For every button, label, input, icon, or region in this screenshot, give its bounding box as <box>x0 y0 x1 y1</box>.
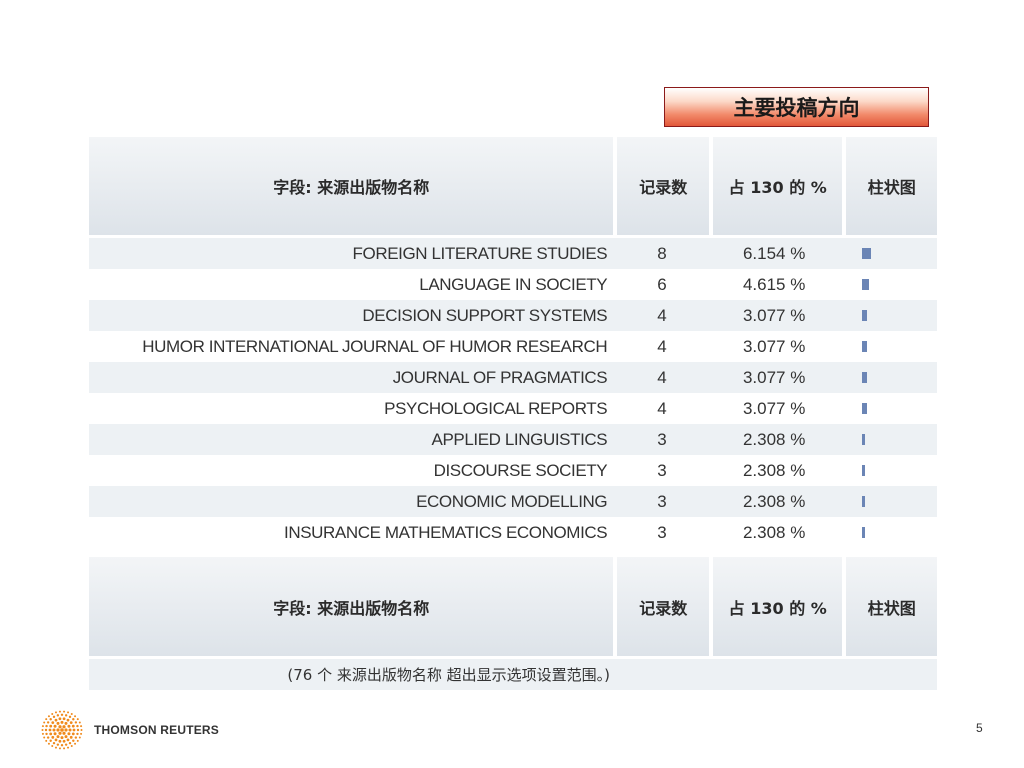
table-row: APPLIED LINGUISTICS 3 2.308 % <box>89 424 937 455</box>
reuters-dot-icon <box>41 710 83 750</box>
table-row: FOREIGN LITERATURE STUDIES 8 6.154 % <box>89 238 937 269</box>
thomson-reuters-logo: THOMSON REUTERS <box>40 709 219 751</box>
footer-header-percent: 占 130 的 % <box>713 557 843 656</box>
table-row: PSYCHOLOGICAL REPORTS 4 3.077 % <box>89 393 937 424</box>
cell-record-count: 8 <box>657 243 667 263</box>
cell-percent: 2.308 % <box>742 429 806 449</box>
cell-record-count: 3 <box>657 522 667 542</box>
cell-percent: 3.077 % <box>742 398 806 418</box>
footer-header-field: 字段: 来源出版物名称 <box>89 557 614 656</box>
cell-bar <box>846 279 937 290</box>
cell-source-name: APPLIED LINGUISTICS <box>431 429 608 449</box>
table-body: FOREIGN LITERATURE STUDIES 8 6.154 % LANGUA… <box>89 238 937 548</box>
footer-header-bar: 柱状图 <box>846 557 937 656</box>
cell-bar <box>846 248 937 259</box>
cell-bar <box>846 310 937 321</box>
cell-source-name: HUMOR INTERNATIONAL JOURNAL OF HUMOR RES… <box>142 336 608 356</box>
bar-fill <box>862 341 868 352</box>
header-count: 记录数 <box>617 137 710 235</box>
header-field: 字段: 来源出版物名称 <box>89 137 614 235</box>
cell-record-count: 3 <box>657 491 667 511</box>
cell-percent: 2.308 % <box>742 460 806 480</box>
cell-source-name: PSYCHOLOGICAL REPORTS <box>384 398 608 418</box>
table-row: DECISION SUPPORT SYSTEMS 4 3.077 % <box>89 300 937 331</box>
cell-record-count: 4 <box>657 336 667 356</box>
cell-source-name: JOURNAL OF PRAGMATICS <box>392 367 608 387</box>
cell-source-name: INSURANCE MATHEMATICS ECONOMICS <box>284 522 608 542</box>
table-row: HUMOR INTERNATIONAL JOURNAL OF HUMOR RES… <box>89 331 937 362</box>
cell-record-count: 4 <box>657 398 667 418</box>
table-row: INSURANCE MATHEMATICS ECONOMICS 3 2.308 % <box>89 517 937 548</box>
cell-percent: 2.308 % <box>742 491 806 511</box>
table-row: ECONOMIC MODELLING 3 2.308 % <box>89 486 937 517</box>
cell-percent: 6.154 % <box>742 243 806 263</box>
bar-fill <box>862 527 866 538</box>
bar-fill <box>862 434 866 445</box>
cell-percent: 2.308 % <box>742 522 806 542</box>
bar-fill <box>862 403 868 414</box>
cell-bar <box>846 527 937 538</box>
cell-record-count: 3 <box>657 460 667 480</box>
bar-fill <box>862 279 870 290</box>
bar-fill <box>862 372 868 383</box>
cell-bar <box>846 465 937 476</box>
table-header: 字段: 来源出版物名称 记录数 占 130 的 % 柱状图 <box>89 137 937 235</box>
cell-bar <box>846 341 937 352</box>
cell-source-name: DECISION SUPPORT SYSTEMS <box>362 305 608 325</box>
cell-record-count: 6 <box>657 274 667 294</box>
cell-bar <box>846 496 937 507</box>
cell-source-name: DISCOURSE SOCIETY <box>433 460 608 480</box>
slide-title: 主要投稿方向 <box>664 87 929 127</box>
overflow-note: (76 个 来源出版物名称 超出显示选项设置范围。) <box>89 659 937 690</box>
cell-percent: 3.077 % <box>742 305 806 325</box>
cell-source-name: FOREIGN LITERATURE STUDIES <box>352 243 608 263</box>
cell-percent: 4.615 % <box>742 274 806 294</box>
header-bar: 柱状图 <box>846 137 937 235</box>
bar-fill <box>862 465 866 476</box>
bar-fill <box>862 248 872 259</box>
cell-record-count: 4 <box>657 305 667 325</box>
cell-bar <box>846 434 937 445</box>
cell-bar <box>846 403 937 414</box>
page-number: 5 <box>976 721 983 735</box>
cell-record-count: 4 <box>657 367 667 387</box>
table-row: JOURNAL OF PRAGMATICS 4 3.077 % <box>89 362 937 393</box>
overflow-note-text: (76 个 来源出版物名称 超出显示选项设置范围。) <box>287 666 610 684</box>
cell-bar <box>846 372 937 383</box>
brand-name: THOMSON REUTERS <box>94 723 220 737</box>
cell-record-count: 3 <box>657 429 667 449</box>
cell-percent: 3.077 % <box>742 367 806 387</box>
results-table: 字段: 来源出版物名称 记录数 占 130 的 % 柱状图 FOREIGN LI… <box>89 137 937 690</box>
header-percent: 占 130 的 % <box>713 137 843 235</box>
table-row: DISCOURSE SOCIETY 3 2.308 % <box>89 455 937 486</box>
table-row: LANGUAGE IN SOCIETY 6 4.615 % <box>89 269 937 300</box>
cell-source-name: ECONOMIC MODELLING <box>416 491 608 511</box>
table-footer-header: 字段: 来源出版物名称 记录数 占 130 的 % 柱状图 <box>89 557 937 656</box>
bar-fill <box>862 496 866 507</box>
bar-fill <box>862 310 868 321</box>
footer-header-count: 记录数 <box>617 557 710 656</box>
cell-percent: 3.077 % <box>742 336 806 356</box>
cell-source-name: LANGUAGE IN SOCIETY <box>419 274 608 294</box>
